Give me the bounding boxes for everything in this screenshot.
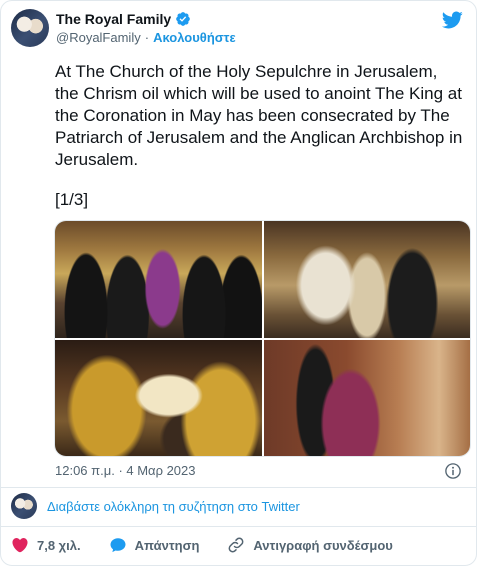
reply-bubble-icon <box>110 538 126 553</box>
tweet-header: The Royal Family @RoyalFamily · Ακολουθή… <box>11 9 466 49</box>
tweet-timestamp[interactable]: 12:06 π.μ. · 4 Μαρ 2023 <box>55 463 196 478</box>
thread-row[interactable]: Διαβάστε ολόκληρη τη συζήτηση στο Twitte… <box>11 491 466 521</box>
copy-link-button[interactable]: Αντιγραφή συνδέσμου <box>227 536 393 554</box>
handle[interactable]: @RoyalFamily <box>56 30 141 45</box>
reply-button[interactable]: Απάντηση <box>109 536 200 554</box>
thread-avatar <box>11 493 37 519</box>
read-full-thread-link[interactable]: Διαβάστε ολόκληρη τη συζήτηση στο Twitte… <box>47 499 300 514</box>
author-block: The Royal Family @RoyalFamily · Ακολουθή… <box>56 11 236 45</box>
handle-separator: · <box>144 30 150 45</box>
heart-icon <box>12 538 28 553</box>
link-icon <box>228 537 244 553</box>
follow-button[interactable]: Ακολουθήστε <box>153 30 236 45</box>
copy-link-label: Αντιγραφή συνδέσμου <box>253 537 393 553</box>
tweet-card: The Royal Family @RoyalFamily · Ακολουθή… <box>0 0 477 566</box>
photo-clergy-group[interactable] <box>55 221 262 338</box>
like-button[interactable]: 7,8 χιλ. <box>11 536 81 554</box>
photo-consecration-altar[interactable] <box>263 221 470 338</box>
photo-oil-vessels[interactable] <box>55 339 262 456</box>
verified-badge-icon <box>176 12 190 26</box>
media-grid <box>54 220 471 457</box>
display-name[interactable]: The Royal Family <box>56 11 171 27</box>
tweet-text: At The Church of the Holy Sepulchre in J… <box>55 62 463 169</box>
timestamp-row: 12:06 π.μ. · 4 Μαρ 2023 <box>55 463 462 481</box>
like-count: 7,8 χιλ. <box>37 537 81 553</box>
twitter-bird-icon[interactable] <box>440 9 464 31</box>
divider <box>1 526 476 527</box>
thread-page-marker: [1/3] <box>55 190 89 209</box>
reply-label: Απάντηση <box>134 537 200 553</box>
divider <box>1 487 476 488</box>
info-icon[interactable] <box>444 462 462 480</box>
photo-archbishop-kneeling[interactable] <box>263 339 470 456</box>
action-bar: 7,8 χιλ. Απάντηση Αντιγραφή συνδέσμου <box>11 533 466 557</box>
profile-avatar[interactable] <box>11 9 49 47</box>
